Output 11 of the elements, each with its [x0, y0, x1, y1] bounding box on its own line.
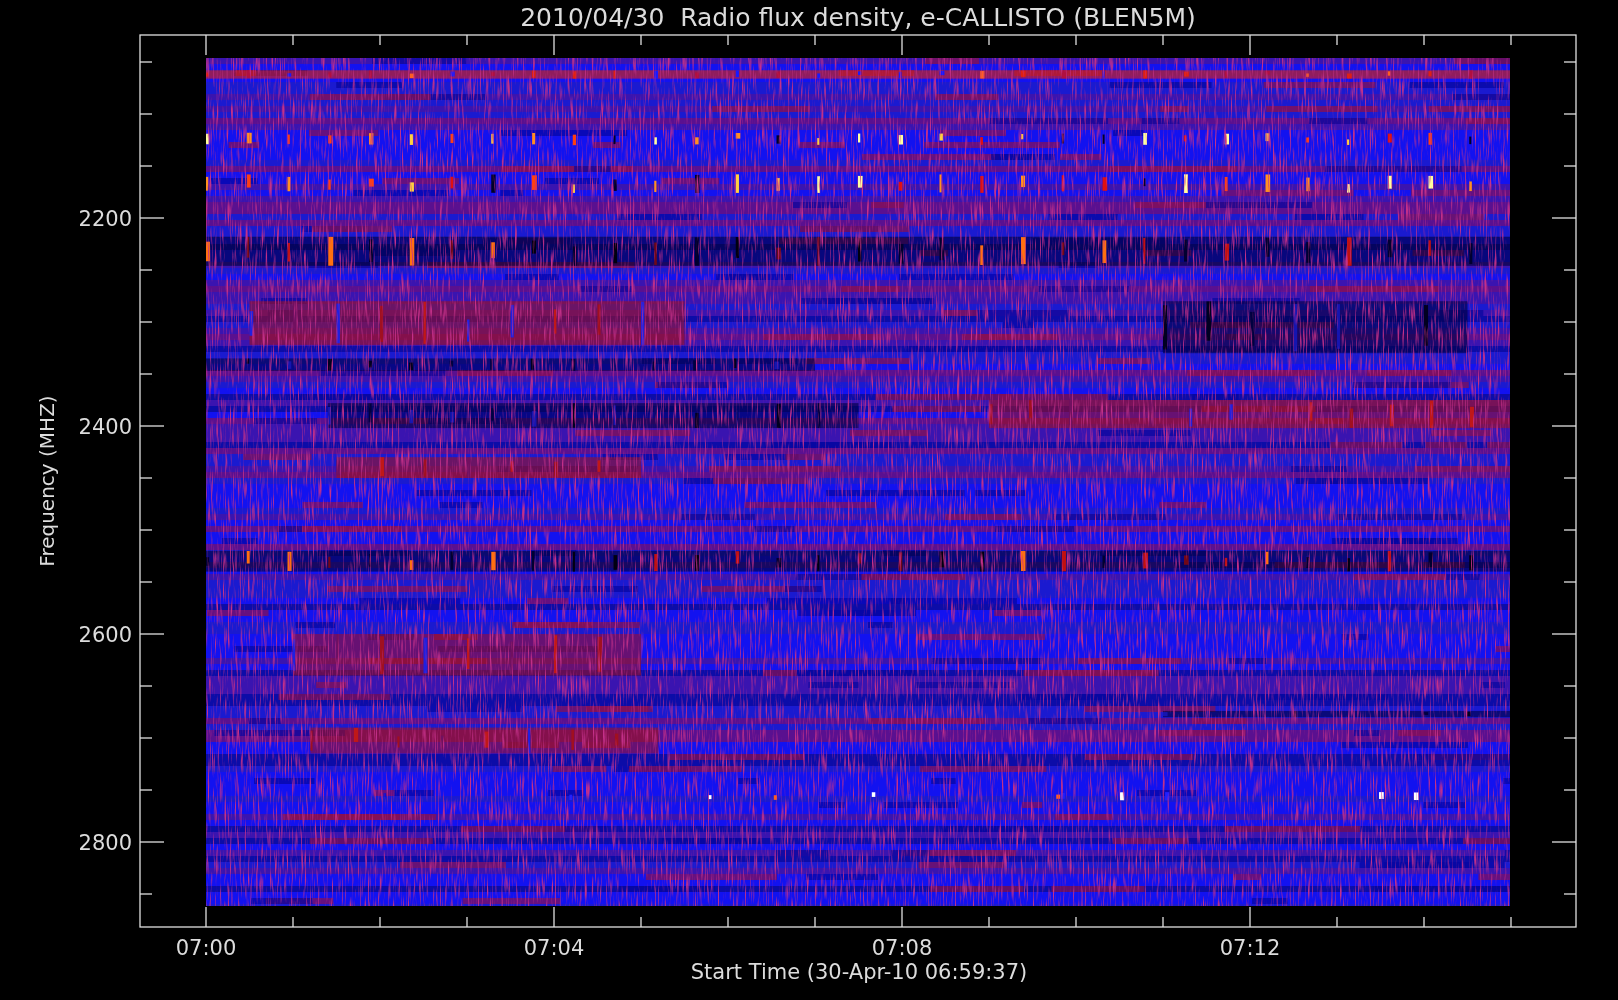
x-tick-label: 07:04 [523, 936, 585, 960]
x-tick-label: 07:08 [871, 936, 933, 960]
y-tick-label: 2600 [78, 623, 132, 647]
y-tick-label: 2400 [78, 415, 132, 439]
chart-title: 2010/04/30 Radio flux density, e-CALLISTO (BLEN5M) [520, 3, 1196, 32]
y-axis-label: Frequency (MHZ) [35, 395, 59, 567]
y-tick-label: 2200 [78, 207, 132, 231]
x-tick-label: 07:12 [1219, 936, 1281, 960]
x-tick-label: 07:00 [175, 936, 237, 960]
y-tick-label: 2800 [78, 831, 132, 855]
x-axis-label: Start Time (30-Apr-10 06:59:37) [690, 960, 1028, 984]
